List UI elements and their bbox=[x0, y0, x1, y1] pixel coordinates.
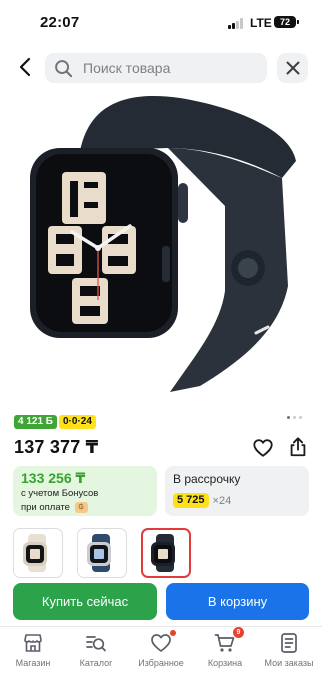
status-time: 22:07 bbox=[40, 14, 80, 31]
search-icon bbox=[54, 57, 76, 79]
cart-icon: 9 bbox=[213, 627, 244, 655]
variant-starlight[interactable] bbox=[13, 528, 63, 578]
nav-label-cart: Корзина bbox=[207, 658, 243, 668]
search-input[interactable] bbox=[83, 60, 253, 76]
favorites-dot bbox=[170, 630, 176, 636]
chevron-left-icon bbox=[19, 57, 31, 77]
nav-label-store: Магазин bbox=[15, 658, 51, 668]
buy-now-button[interactable]: Купить сейчас bbox=[13, 583, 157, 620]
product-price: 137 377 ₸ bbox=[14, 437, 99, 457]
installment-card[interactable]: В рассрочку 5 725 ×24 bbox=[165, 466, 309, 516]
bottom-nav: Магазин Каталог Избранное 9 Корзина Мои … bbox=[0, 626, 322, 698]
bonus-price-card[interactable]: 133 256 ₸ с учетом Бонусов при оплате ₲ bbox=[13, 466, 157, 516]
nav-item-store[interactable]: Магазин bbox=[1, 631, 65, 668]
color-variants bbox=[13, 528, 191, 578]
bonus-note-row: при оплате ₲ bbox=[21, 502, 149, 514]
installment-row: 5 725 ×24 bbox=[173, 493, 301, 508]
search-header bbox=[0, 44, 322, 90]
battery-icon: 72 bbox=[274, 16, 296, 28]
search-box[interactable] bbox=[45, 53, 267, 83]
status-bar: 22:07 LTE 72 bbox=[0, 0, 322, 44]
carousel-dots bbox=[287, 416, 302, 419]
back-button[interactable] bbox=[12, 53, 38, 81]
nav-label-catalog: Каталог bbox=[79, 658, 113, 668]
battery-tip bbox=[297, 20, 299, 24]
network-type: LTE bbox=[250, 16, 272, 30]
cart-count-badge: 9 bbox=[233, 627, 244, 638]
cellular-signal-icon bbox=[228, 18, 245, 29]
heart-icon bbox=[149, 630, 176, 655]
nav-item-orders[interactable]: Мои заказы bbox=[257, 631, 321, 668]
favorite-button[interactable] bbox=[252, 437, 274, 459]
watch-thumbnail-icon bbox=[87, 534, 111, 572]
share-icon bbox=[290, 437, 306, 457]
close-icon bbox=[286, 61, 299, 75]
share-button[interactable] bbox=[287, 436, 309, 458]
bonus-price: 133 256 ₸ bbox=[21, 470, 86, 486]
installment-amount: 5 725 bbox=[173, 493, 209, 508]
bonus-note-1: с учетом Бонусов bbox=[21, 488, 99, 499]
bonus-badge: 4 121 Б bbox=[14, 415, 57, 429]
installment-title: В рассрочку bbox=[173, 472, 241, 486]
product-image[interactable] bbox=[20, 86, 304, 392]
nav-item-cart[interactable]: 9 Корзина bbox=[193, 627, 257, 668]
bonus-coin-icon: ₲ bbox=[74, 502, 88, 513]
watch-thumbnail-icon bbox=[23, 534, 47, 572]
badges: 4 121 Б 0·0·24 bbox=[14, 415, 96, 429]
nav-label-orders: Мои заказы bbox=[264, 658, 314, 668]
installment-months: ×24 bbox=[212, 494, 232, 507]
store-icon bbox=[21, 631, 45, 655]
bonus-note-2: при оплате bbox=[21, 502, 70, 514]
installment-badge: 0·0·24 bbox=[59, 415, 96, 429]
add-to-cart-button[interactable]: В корзину bbox=[166, 583, 309, 620]
heart-icon bbox=[253, 439, 273, 457]
nav-item-favorites[interactable]: Избранное bbox=[129, 630, 193, 668]
variant-midnight[interactable] bbox=[141, 528, 191, 578]
orders-icon bbox=[277, 631, 301, 655]
nav-item-catalog[interactable]: Каталог bbox=[64, 631, 128, 668]
nav-label-favorites: Избранное bbox=[138, 658, 184, 668]
watch-thumbnail-icon bbox=[151, 534, 175, 572]
catalog-search-icon bbox=[84, 631, 108, 655]
close-button[interactable] bbox=[277, 53, 308, 83]
variant-blue[interactable] bbox=[77, 528, 127, 578]
